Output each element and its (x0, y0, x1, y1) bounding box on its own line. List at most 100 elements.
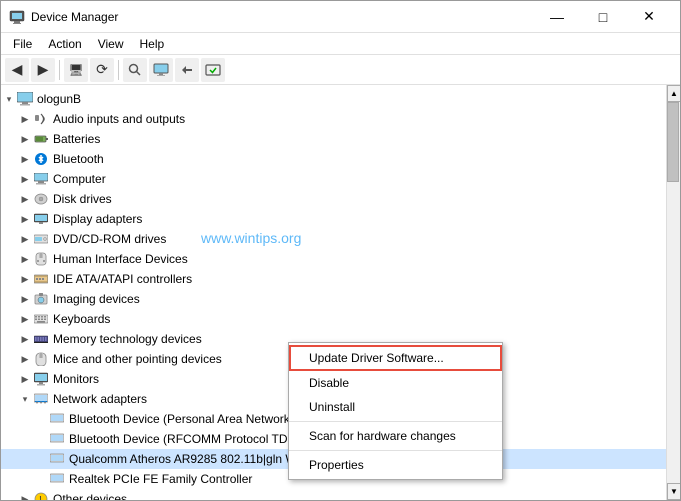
network-expander[interactable]: ▾ (17, 391, 33, 407)
hid-expander[interactable]: ▶ (17, 251, 33, 267)
scroll-thumb[interactable] (667, 102, 679, 182)
toolbar-device-manager-icon[interactable] (149, 58, 173, 82)
audio-expander[interactable]: ▶ (17, 111, 33, 127)
bt-pan-icon (49, 411, 65, 427)
svg-text:!: ! (39, 495, 42, 500)
context-menu: Update Driver Software... Disable Uninst… (288, 342, 503, 480)
ctx-disable[interactable]: Disable (289, 371, 502, 395)
close-button[interactable]: ✕ (626, 1, 672, 33)
bt-rfcomm-label: Bluetooth Device (RFCOMM Protocol TDI) (69, 432, 295, 446)
bluetooth-label: Bluetooth (53, 152, 104, 166)
hid-label: Human Interface Devices (53, 252, 188, 266)
content-area: ▾ ologunB ▶ (1, 85, 680, 500)
mouse-icon (33, 351, 49, 367)
memory-icon (33, 331, 49, 347)
memory-expander[interactable]: ▶ (17, 331, 33, 347)
tree-item-imaging[interactable]: ▶ Imaging devices (1, 289, 666, 309)
computer-icon (33, 171, 49, 187)
batteries-expander[interactable]: ▶ (17, 131, 33, 147)
device-manager-window: Device Manager — □ ✕ File Action View He… (0, 0, 681, 501)
network-label: Network adapters (53, 392, 147, 406)
qualcomm-expander: ▶ (33, 451, 49, 467)
menu-file[interactable]: File (5, 35, 40, 53)
scroll-track[interactable] (667, 102, 680, 483)
root-expander[interactable]: ▾ (1, 91, 17, 107)
hid-icon (33, 251, 49, 267)
computer-label: Computer (53, 172, 106, 186)
bluetooth-expander[interactable]: ▶ (17, 151, 33, 167)
dvd-label: DVD/CD-ROM drives (53, 232, 166, 246)
keyboards-expander[interactable]: ▶ (17, 311, 33, 327)
app-icon (9, 9, 25, 25)
tree-item-other[interactable]: ▶ ! Other devices (1, 489, 666, 500)
tree-item-ide[interactable]: ▶ IDE ATA/ATAPI controllers (1, 269, 666, 289)
ctx-properties[interactable]: Properties (289, 453, 502, 477)
mice-expander[interactable]: ▶ (17, 351, 33, 367)
toolbar-scan[interactable] (201, 58, 225, 82)
other-label: Other devices (53, 492, 127, 500)
minimize-button[interactable]: — (534, 1, 580, 33)
tree-root[interactable]: ▾ ologunB (1, 89, 666, 109)
menu-action[interactable]: Action (40, 35, 89, 53)
scrollbar[interactable]: ▲ ▼ (666, 85, 680, 500)
maximize-button[interactable]: □ (580, 1, 626, 33)
tree-item-batteries[interactable]: ▶ Batteries (1, 129, 666, 149)
imaging-icon (33, 291, 49, 307)
toolbar-forward[interactable]: ▶ (31, 58, 55, 82)
toolbar-refresh[interactable]: ⟳ (90, 58, 114, 82)
keyboards-label: Keyboards (53, 312, 110, 326)
mice-label: Mice and other pointing devices (53, 352, 222, 366)
ctx-sep-2 (289, 450, 502, 451)
menu-help[interactable]: Help (132, 35, 173, 53)
disk-expander[interactable]: ▶ (17, 191, 33, 207)
ctx-update-driver[interactable]: Update Driver Software... (289, 345, 502, 371)
ctx-uninstall[interactable]: Uninstall (289, 395, 502, 419)
keyboard-icon (33, 311, 49, 327)
window-title: Device Manager (31, 10, 534, 24)
audio-icon (33, 111, 49, 127)
network-icon (33, 391, 49, 407)
tree-item-dvd[interactable]: ▶ DVD/CD-ROM drives (1, 229, 666, 249)
toolbar-properties[interactable]: 🖥 (64, 58, 88, 82)
imaging-expander[interactable]: ▶ (17, 291, 33, 307)
toolbar: ◀ ▶ 🖥 ⟳ (1, 55, 680, 85)
tree-item-bluetooth[interactable]: ▶ Bluetooth (1, 149, 666, 169)
other-icon: ! (33, 491, 49, 500)
tree-item-computer[interactable]: ▶ Computer (1, 169, 666, 189)
tree-item-disk[interactable]: ▶ Disk drives (1, 189, 666, 209)
batteries-icon (33, 131, 49, 147)
display-expander[interactable]: ▶ (17, 211, 33, 227)
ide-expander[interactable]: ▶ (17, 271, 33, 287)
batteries-label: Batteries (53, 132, 100, 146)
realtek-label: Realtek PCIe FE Family Controller (69, 472, 252, 486)
tree-item-keyboards[interactable]: ▶ Keyboards (1, 309, 666, 329)
title-bar: Device Manager — □ ✕ (1, 1, 680, 33)
root-icon (17, 91, 33, 107)
toolbar-back[interactable]: ◀ (5, 58, 29, 82)
disk-label: Disk drives (53, 192, 112, 206)
audio-label: Audio inputs and outputs (53, 112, 185, 126)
scroll-up-btn[interactable]: ▲ (667, 85, 680, 102)
scroll-down-btn[interactable]: ▼ (667, 483, 680, 500)
tree-item-audio[interactable]: ▶ Audio inputs and outputs (1, 109, 666, 129)
ctx-scan[interactable]: Scan for hardware changes (289, 424, 502, 448)
tree-item-hid[interactable]: ▶ Human Interface Devices (1, 249, 666, 269)
dvd-expander[interactable]: ▶ (17, 231, 33, 247)
qualcomm-icon (49, 451, 65, 467)
tree-item-display[interactable]: ▶ Display adapters (1, 209, 666, 229)
other-expander[interactable]: ▶ (17, 491, 33, 500)
bt-pan-expander: ▶ (33, 411, 49, 427)
computer-expander[interactable]: ▶ (17, 171, 33, 187)
monitors-expander[interactable]: ▶ (17, 371, 33, 387)
ide-icon (33, 271, 49, 287)
realtek-expander: ▶ (33, 471, 49, 487)
bt-rfcomm-icon (49, 431, 65, 447)
menu-view[interactable]: View (90, 35, 132, 53)
toolbar-search[interactable] (123, 58, 147, 82)
disk-icon (33, 191, 49, 207)
realtek-icon (49, 471, 65, 487)
window-controls: — □ ✕ (534, 1, 672, 33)
toolbar-sep-2 (118, 60, 119, 80)
toolbar-sep-1 (59, 60, 60, 80)
toolbar-update[interactable] (175, 58, 199, 82)
